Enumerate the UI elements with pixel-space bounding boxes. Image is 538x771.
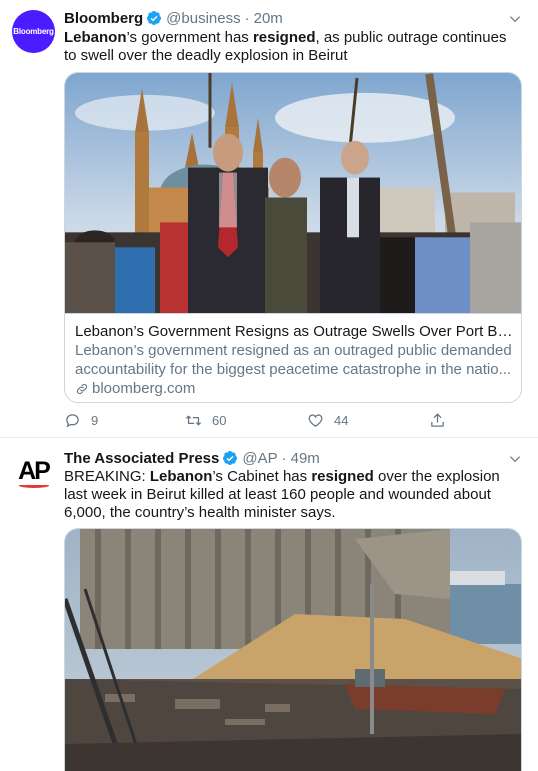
tweet-timestamp[interactable]: 20m [254,10,283,27]
like-button[interactable]: 44 [307,412,348,429]
text-span: BREAKING: [64,468,150,485]
avatar[interactable]: AP [12,452,55,495]
port-damage-image [65,529,521,771]
retweet-count: 60 [212,413,227,428]
reply-button[interactable]: 9 [64,412,98,429]
retweet-button[interactable]: 60 [185,412,226,429]
author-name[interactable]: The Associated Press [64,450,219,467]
author-handle[interactable]: @AP [242,450,277,467]
chevron-down-icon[interactable] [508,12,522,26]
tweet-photo-port-damage[interactable] [64,528,522,771]
separator-dot: · [244,9,250,27]
verified-badge-icon [147,11,162,25]
highlight-term: Lebanon [64,29,127,46]
card-image-protest [65,73,521,314]
tweet-timestamp[interactable]: 49m [291,450,320,467]
retweet-icon [185,415,202,426]
card-title: Lebanon’s Government Resigns as Outrage … [75,323,515,340]
tweet-text: BREAKING: Lebanon’s Cabinet has resigned… [64,468,522,522]
like-count: 44 [334,413,349,428]
reply-count: 9 [91,413,99,428]
link-card[interactable]: Lebanon’s Government Resigns as Outrage … [64,72,522,403]
tweet-text: Lebanon’s government has resigned, as pu… [64,29,522,65]
tweet-bloomberg[interactable]: Bloomberg Bloomberg @business · 20m Leba… [0,0,538,438]
link-icon [76,383,88,395]
author-handle[interactable]: @business [166,10,240,27]
author-name[interactable]: Bloomberg [64,10,143,27]
share-button[interactable] [429,412,456,429]
separator-dot: · [281,449,287,467]
tweet-header: Bloomberg @business · 20m [64,8,283,28]
text-span: ’s Cabinet has [212,468,312,485]
avatar[interactable]: Bloomberg [12,10,55,53]
chevron-down-icon[interactable] [508,452,522,466]
avatar-logo-text: AP [18,456,51,485]
highlight-term: resigned [252,29,316,46]
card-domain-text: bloomberg.com [92,380,196,397]
heart-icon [308,414,323,427]
verified-badge-icon [223,451,238,465]
avatar-logo-text: Bloomberg [13,27,54,36]
highlight-term: resigned [311,468,374,485]
reply-icon [66,414,79,428]
card-description: Lebanon’s government resigned as an outr… [75,342,512,378]
tweet-associated-press[interactable]: AP The Associated Press @AP · 49m BREAKI… [0,438,538,771]
card-domain: bloomberg.com [75,379,515,399]
tweet-actions: 9 60 44 [64,412,444,432]
share-icon [431,413,444,427]
card-body: Lebanon’s Government Resigns as Outrage … [75,322,515,399]
highlight-term: Lebanon [149,468,213,485]
ap-swoosh-icon [18,483,49,488]
text-span: ’s government has [126,29,253,46]
tweet-header: The Associated Press @AP · 49m [64,448,320,468]
